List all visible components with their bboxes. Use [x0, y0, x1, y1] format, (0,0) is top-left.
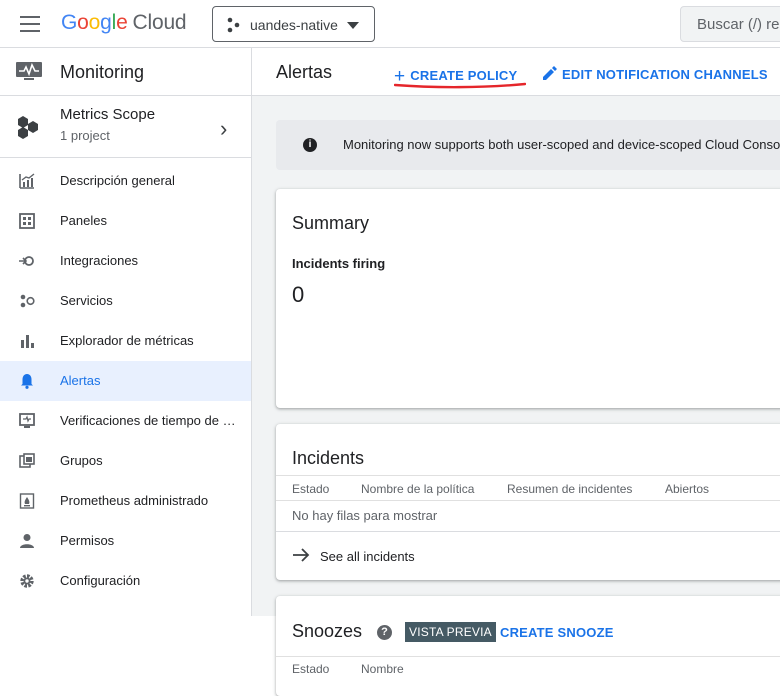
sidebar: Monitoring Metrics Scope 1 project › Des…: [0, 48, 252, 616]
chevron-right-icon: ›: [220, 116, 228, 141]
sidebar-item-gear[interactable]: Configuración: [0, 561, 251, 601]
column-header[interactable]: Estado: [292, 662, 329, 676]
column-header[interactable]: Nombre de la política: [361, 482, 474, 496]
sidebar-item-person[interactable]: Permisos: [0, 521, 251, 561]
hamburger-menu-icon[interactable]: [20, 16, 40, 32]
project-name: uandes-native: [250, 17, 338, 33]
overview-chart-icon: [19, 173, 35, 189]
see-all-label: See all incidents: [320, 549, 415, 564]
sidebar-item-bell[interactable]: Alertas: [0, 361, 251, 401]
bar-chart-icon: [19, 333, 35, 349]
column-header[interactable]: Abiertos: [665, 482, 709, 496]
sidebar-item-label: Alertas: [60, 373, 101, 388]
main-content: Alertas + CREATE POLICY EDIT NOTIFICATION…: [252, 48, 780, 696]
bell-icon: [19, 373, 35, 389]
logo-google-word: Google: [61, 11, 128, 34]
chevron-down-icon: [347, 22, 359, 29]
summary-title: Summary: [292, 213, 370, 233]
snoozes-table-header: Estado Nombre: [276, 656, 780, 682]
sidebar-item-label: Permisos: [60, 533, 115, 548]
scope-subtitle: 1 project: [60, 128, 110, 143]
pencil-icon: [543, 66, 557, 80]
content-area: i Monitoring now supports both user-scop…: [252, 96, 780, 696]
incidents-table-header: Estado Nombre de la política Resumen de …: [276, 475, 780, 501]
sidebar-item-dashboard[interactable]: Paneles: [0, 201, 251, 241]
project-dots-icon: [227, 17, 240, 33]
groups-icon: [19, 453, 35, 469]
sidebar-item-monitor[interactable]: Verificaciones de tiempo de …: [0, 401, 251, 441]
create-policy-label: CREATE POLICY: [410, 68, 518, 83]
incidents-card: Incidents Estado Nombre de la política R…: [276, 424, 780, 580]
sidebar-item-label: Paneles: [60, 213, 107, 228]
scope-title: Metrics Scope: [60, 106, 156, 123]
sidebar-item-label: Integraciones: [60, 253, 139, 268]
summary-card: Summary Incidents firing 0: [276, 189, 780, 408]
edit-notification-channels-button[interactable]: EDIT NOTIFICATION CHANNELS: [542, 64, 768, 82]
column-header[interactable]: Estado: [292, 482, 329, 496]
incidents-firing-label: Incidents firing: [292, 256, 386, 271]
create-snooze-button[interactable]: CREATE SNOOZE: [500, 625, 614, 640]
sidebar-item-label: Verificaciones de tiempo de …: [60, 413, 236, 428]
snoozes-card: Snoozes ? VISTA PREVIA CREATE SNOOZE Est…: [276, 596, 780, 696]
gear-icon: [19, 573, 35, 589]
person-icon: [19, 533, 35, 549]
edit-channels-label: EDIT NOTIFICATION CHANNELS: [562, 67, 768, 82]
arrow-right-icon: [293, 548, 310, 562]
empty-table-message: No hay filas para mostrar: [292, 508, 438, 523]
sidebar-item-label: Configuración: [60, 573, 141, 588]
sidebar-item-label: Grupos: [60, 453, 103, 468]
banner-text: Monitoring now supports both user-scoped…: [343, 137, 780, 152]
info-banner: i Monitoring now supports both user-scop…: [276, 120, 780, 170]
preview-badge: VISTA PREVIA: [405, 622, 496, 642]
logo-cloud-word: Cloud: [132, 11, 187, 34]
column-header[interactable]: Resumen de incidentes: [507, 482, 632, 496]
sidebar-item-label: Explorador de métricas: [60, 333, 194, 348]
sidebar-item-prometheus[interactable]: Prometheus administrado: [0, 481, 251, 521]
google-cloud-logo[interactable]: Google Cloud: [61, 11, 187, 35]
prometheus-icon: [19, 493, 35, 509]
search-input[interactable]: Buscar (/) re: [680, 6, 780, 42]
sidebar-nav: Descripción general Paneles Integraciones S…: [0, 161, 251, 601]
services-icon: [19, 293, 35, 309]
column-header[interactable]: Nombre: [361, 662, 404, 676]
red-underline-annotation: [394, 82, 526, 89]
hexagons-icon: [18, 116, 38, 139]
sidebar-item-groups[interactable]: Grupos: [0, 441, 251, 481]
sidebar-title: Monitoring: [60, 62, 145, 82]
incidents-title: Incidents: [292, 448, 365, 468]
see-all-incidents-link[interactable]: See all incidents: [276, 531, 780, 580]
monitor-icon: [19, 413, 35, 429]
metrics-scope-selector[interactable]: Metrics Scope 1 project ›: [0, 96, 251, 158]
sidebar-item-label: Descripción general: [60, 173, 175, 188]
integrations-icon: [19, 253, 35, 269]
snoozes-title: Snoozes: [292, 621, 363, 641]
sidebar-item-overview-chart[interactable]: Descripción general: [0, 161, 251, 201]
incidents-firing-value: 0: [292, 282, 305, 307]
sidebar-item-label: Servicios: [60, 293, 113, 308]
sidebar-item-services[interactable]: Servicios: [0, 281, 251, 321]
sidebar-item-bar-chart[interactable]: Explorador de métricas: [0, 321, 251, 361]
project-selector-button[interactable]: uandes-native: [212, 6, 375, 42]
top-app-bar: Google Cloud uandes-native Buscar (/) re: [0, 0, 780, 48]
info-icon: i: [303, 138, 317, 152]
sidebar-item-integrations[interactable]: Integraciones: [0, 241, 251, 281]
dashboard-icon: [19, 213, 35, 229]
help-icon[interactable]: ?: [377, 625, 392, 640]
sidebar-item-label: Prometheus administrado: [60, 493, 209, 508]
page-title: Alertas: [276, 62, 333, 82]
sidebar-header: Monitoring: [0, 48, 252, 96]
page-header: Alertas + CREATE POLICY EDIT NOTIFICATION…: [252, 48, 780, 96]
monitoring-icon: [16, 62, 42, 80]
